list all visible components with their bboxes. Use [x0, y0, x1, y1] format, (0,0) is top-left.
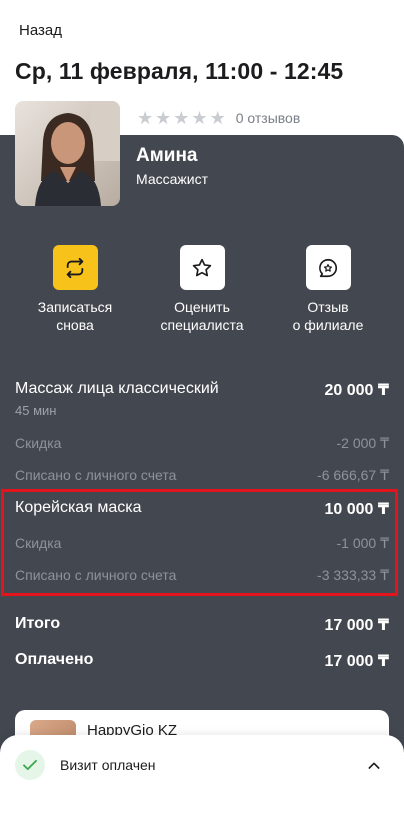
- reviews-count[interactable]: 0 отзывов: [236, 110, 301, 126]
- star-icon: ★: [155, 108, 172, 128]
- specialist-name: Амина: [136, 145, 198, 166]
- star-icon: ★: [191, 108, 208, 128]
- branch-review-action[interactable]: Отзыв о филиале: [268, 245, 388, 334]
- specialist-photo: [15, 101, 120, 206]
- star-outline-icon: [192, 258, 212, 276]
- star-icon: ★: [137, 108, 154, 128]
- total-label: Итого: [15, 615, 61, 632]
- paid-row: Оплачено 17 000 ₸: [15, 651, 389, 671]
- service-row: Массаж лица классический 20 000 ₸: [15, 380, 389, 400]
- rebook-button[interactable]: [52, 245, 98, 290]
- review-bubble-icon: [319, 258, 337, 277]
- paid-label: Оплачено: [15, 651, 94, 668]
- rebook-label: Записаться снова: [37, 299, 113, 333]
- check-icon: [15, 750, 45, 780]
- chevron-up-icon[interactable]: [366, 758, 382, 779]
- star-icon: ★: [173, 108, 190, 128]
- branch-review-button[interactable]: [305, 245, 351, 290]
- account-charge-value: -6 666,67 ₸: [317, 467, 389, 483]
- rate-specialist-button[interactable]: [179, 245, 225, 290]
- rate-specialist-action[interactable]: Оценить специалиста: [142, 245, 262, 334]
- payment-status-text: Визит оплачен: [60, 757, 156, 773]
- service-name: Массаж лица классический: [15, 380, 219, 397]
- star-icon: ★: [209, 108, 226, 128]
- paid-value: 17 000 ₸: [324, 653, 389, 670]
- total-value: 17 000 ₸: [324, 617, 389, 634]
- discount-value: -2 000 ₸: [336, 435, 390, 451]
- total-row: Итого 17 000 ₸: [15, 615, 389, 635]
- discount-row: Скидка -2 000 ₸: [15, 435, 389, 452]
- rating: ★ ★ ★ ★ ★ 0 отзывов: [137, 108, 300, 128]
- repeat-icon: [66, 257, 84, 278]
- service-duration: 45 мин: [15, 403, 57, 418]
- highlight-box: [1, 489, 398, 596]
- account-charge-row: Списано с личного счета -6 666,67 ₸: [15, 467, 389, 484]
- service-price: 20 000 ₸: [324, 382, 389, 399]
- page-title: Ср, 11 февраля, 11:00 - 12:45: [15, 58, 344, 84]
- specialist-role: Массажист: [136, 171, 208, 187]
- back-link[interactable]: Назад: [19, 22, 62, 39]
- rate-specialist-label: Оценить специалиста: [160, 299, 244, 333]
- account-charge-label: Списано с личного счета: [15, 467, 177, 483]
- rebook-action[interactable]: Записаться снова: [15, 245, 135, 334]
- branch-review-label: Отзыв о филиале: [292, 299, 364, 333]
- payment-status-sheet[interactable]: Визит оплачен: [0, 735, 404, 827]
- discount-label: Скидка: [15, 435, 62, 451]
